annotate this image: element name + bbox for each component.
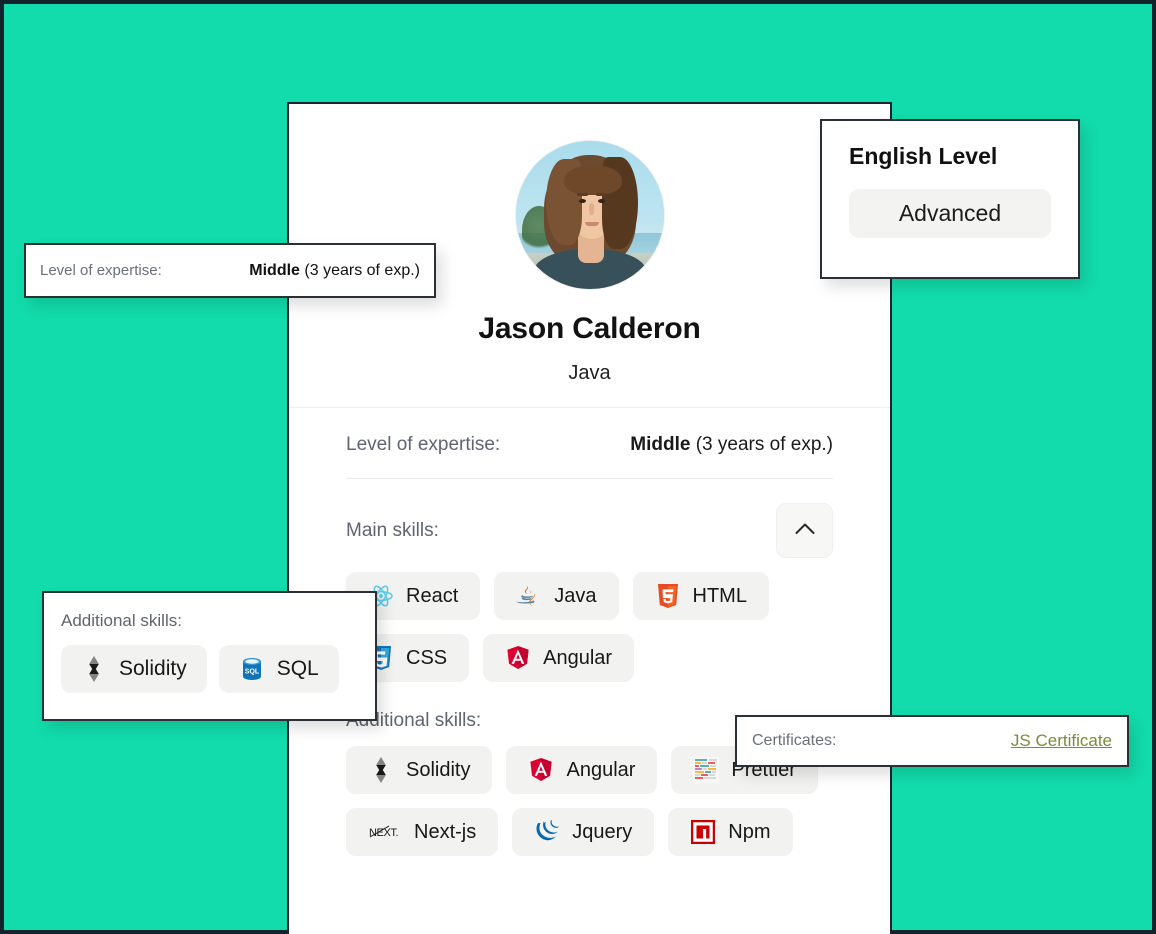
skill-chip-label: Jquery bbox=[572, 820, 633, 843]
skill-chip-label: Java bbox=[554, 584, 597, 607]
npm-icon bbox=[690, 819, 716, 845]
avatar bbox=[515, 141, 664, 289]
english-level-value[interactable]: Advanced bbox=[849, 189, 1051, 238]
skill-chip-label: Angular bbox=[543, 646, 613, 669]
callout-expertise-value: Middle (3 years of exp.) bbox=[249, 262, 420, 280]
solidity-icon bbox=[368, 757, 394, 783]
jquery-icon bbox=[534, 819, 560, 845]
english-level-title: English Level bbox=[849, 143, 998, 169]
angular-icon bbox=[505, 645, 531, 671]
callout-expertise-detail: (3 years of exp.) bbox=[304, 261, 420, 279]
main-skills-header: Main skills: bbox=[346, 479, 833, 558]
skill-chip-angular[interactable]: Angular bbox=[483, 634, 635, 682]
skill-chip-sql-callout[interactable]: SQL SQL bbox=[218, 645, 339, 693]
java-icon bbox=[516, 583, 542, 609]
callout-expertise-label: Level of expertise: bbox=[40, 262, 162, 279]
callout-english-level: English Level Advanced bbox=[820, 119, 1080, 279]
skill-chip-label: SQL bbox=[276, 657, 319, 680]
html5-icon bbox=[655, 583, 681, 609]
solidity-icon bbox=[81, 656, 107, 682]
main-skills-title: Main skills: bbox=[346, 519, 439, 541]
callout-expertise-level: Middle bbox=[249, 261, 300, 279]
profile-body: Level of expertise: Middle (3 years of e… bbox=[289, 408, 890, 856]
collapse-main-skills-button[interactable] bbox=[776, 503, 833, 558]
skill-chip-angular-additional[interactable]: Angular bbox=[506, 746, 658, 794]
callout-additional-skills: Additional skills: Solidity SQL SQL bbox=[42, 591, 377, 721]
expertise-label: Level of expertise: bbox=[346, 434, 501, 455]
callout-additional-skills-title: Additional skills: bbox=[61, 611, 182, 630]
profile-role: Java bbox=[568, 362, 611, 384]
skill-chip-solidity[interactable]: Solidity bbox=[346, 746, 493, 794]
skill-chip-label: HTML bbox=[692, 584, 747, 607]
skill-chip-label: Angular bbox=[566, 758, 636, 781]
profile-card: Jason Calderon Java Level of expertise: … bbox=[287, 102, 892, 934]
prettier-icon bbox=[693, 757, 720, 783]
chevron-up-icon bbox=[795, 522, 815, 540]
expertise-row: Level of expertise: Middle (3 years of e… bbox=[346, 408, 833, 479]
angular-icon bbox=[528, 757, 554, 783]
skill-chip-label: Next-js bbox=[414, 820, 477, 843]
skill-chip-jquery[interactable]: Jquery bbox=[512, 808, 655, 856]
skill-chip-label: Npm bbox=[728, 820, 771, 843]
callout-certificates: Certificates: JS Certificate bbox=[735, 715, 1129, 767]
skill-chip-java[interactable]: Java bbox=[494, 572, 619, 620]
nextjs-icon: NEXT. bbox=[368, 819, 402, 845]
skill-chip-label: CSS bbox=[406, 646, 448, 669]
js-certificate-link[interactable]: JS Certificate bbox=[1011, 731, 1112, 751]
callout-additional-skills-list: Solidity SQL SQL bbox=[61, 645, 358, 693]
expertise-detail: (3 years of exp.) bbox=[695, 434, 833, 455]
skill-chip-npm[interactable]: Npm bbox=[668, 808, 793, 856]
svg-text:SQL: SQL bbox=[245, 669, 260, 676]
skill-chip-label: Solidity bbox=[406, 758, 471, 781]
skill-chip-nextjs[interactable]: NEXT. Next-js bbox=[346, 808, 499, 856]
certificates-label: Certificates: bbox=[752, 732, 837, 749]
main-skills-list: React Java HTML CSS Angular bbox=[346, 572, 833, 682]
skill-chip-solidity-callout[interactable]: Solidity bbox=[61, 645, 207, 693]
skill-chip-label: React bbox=[406, 584, 459, 607]
expertise-value: Middle (3 years of exp.) bbox=[630, 434, 833, 456]
skill-chip-html[interactable]: HTML bbox=[632, 572, 769, 620]
sql-icon: SQL bbox=[239, 656, 265, 682]
page-canvas: Jason Calderon Java Level of expertise: … bbox=[0, 0, 1156, 934]
expertise-level: Middle bbox=[630, 434, 691, 455]
page-title: Jason Calderon bbox=[478, 312, 701, 345]
skill-chip-label: Solidity bbox=[119, 657, 187, 680]
callout-level-of-expertise: Level of expertise: Middle (3 years of e… bbox=[24, 243, 436, 298]
